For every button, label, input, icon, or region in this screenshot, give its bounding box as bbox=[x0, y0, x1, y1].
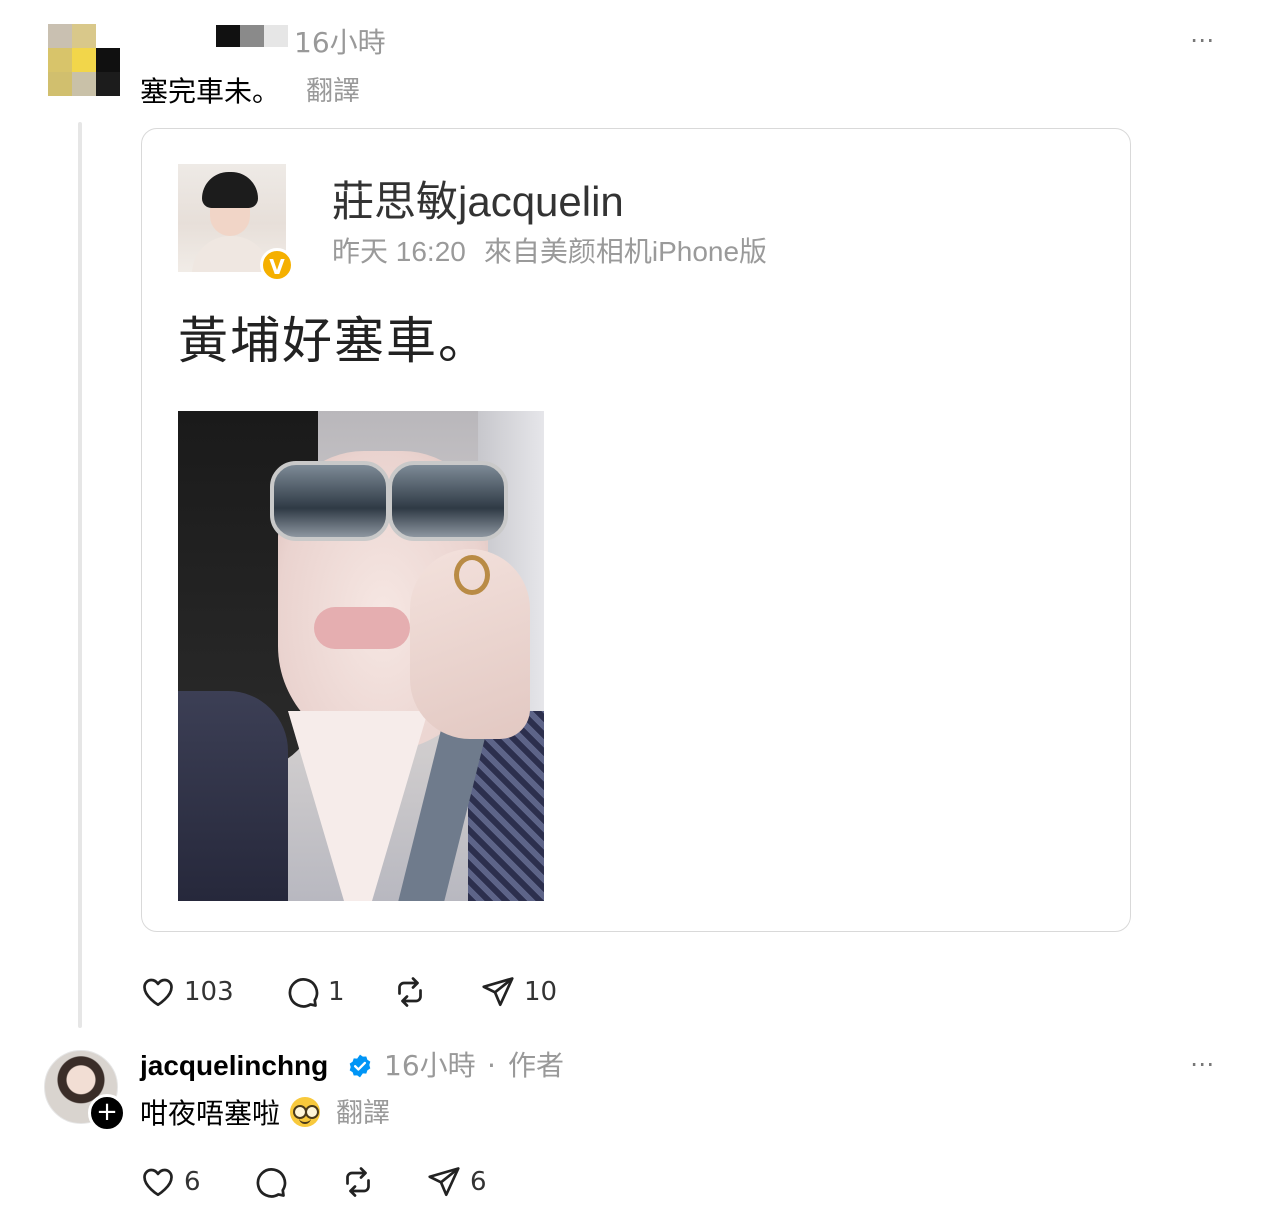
embedded-screenshot[interactable]: V 莊思敏jacquelin 昨天 16:20 來自美颜相机iPhone版 黃埔好… bbox=[141, 128, 1131, 932]
username-redacted[interactable] bbox=[216, 25, 288, 47]
repost-button[interactable] bbox=[392, 974, 428, 1010]
like-count: 6 bbox=[184, 1167, 201, 1197]
more-options-icon[interactable]: ⋯ bbox=[1190, 1052, 1215, 1076]
like-count: 103 bbox=[184, 977, 234, 1007]
avatar[interactable] bbox=[48, 24, 120, 96]
comment-icon bbox=[256, 1168, 287, 1198]
reply-text: 咁夜唔塞啦 bbox=[140, 1097, 281, 1130]
weibo-name: 莊思敏jacquelin bbox=[332, 178, 624, 225]
reply-count: 1 bbox=[328, 977, 345, 1007]
comment-icon bbox=[288, 978, 319, 1008]
selfie-photo bbox=[178, 411, 544, 901]
weibo-time: 昨天 16:20 bbox=[332, 236, 466, 267]
translate-link[interactable]: 翻譯 bbox=[336, 1092, 390, 1136]
send-icon bbox=[428, 1167, 460, 1197]
post-text: 塞完車未。 bbox=[140, 75, 281, 108]
like-button[interactable]: 103 bbox=[140, 974, 234, 1010]
verified-badge-icon bbox=[349, 1054, 371, 1078]
heart-icon bbox=[143, 978, 173, 1007]
reply-button[interactable] bbox=[252, 1164, 288, 1200]
weibo-source: 來自美颜相机iPhone版 bbox=[483, 236, 768, 267]
repost-button[interactable] bbox=[340, 1164, 376, 1200]
follow-plus-icon[interactable]: + bbox=[88, 1094, 126, 1132]
repost-icon bbox=[346, 1167, 370, 1197]
reply-button[interactable]: 1 bbox=[284, 974, 345, 1010]
separator-dot: · bbox=[487, 1049, 496, 1082]
author-label: 作者 bbox=[508, 1049, 565, 1082]
post-time: 16小時 bbox=[294, 26, 386, 59]
weibo-verified-badge-icon: V bbox=[260, 248, 294, 282]
weibo-meta: 昨天 16:20 來自美颜相机iPhone版 bbox=[332, 233, 767, 271]
translate-link[interactable]: 翻譯 bbox=[306, 70, 360, 114]
like-button[interactable]: 6 bbox=[140, 1164, 201, 1200]
share-count: 6 bbox=[470, 1167, 487, 1197]
nerd-face-emoji-icon bbox=[290, 1097, 320, 1127]
send-icon bbox=[482, 977, 514, 1007]
repost-icon bbox=[398, 977, 422, 1007]
weibo-text: 黃埔好塞車。 bbox=[178, 312, 490, 370]
thread-line bbox=[78, 122, 82, 1028]
share-button[interactable]: 10 bbox=[480, 974, 557, 1010]
more-options-icon[interactable]: ⋯ bbox=[1190, 28, 1215, 52]
share-count: 10 bbox=[524, 977, 558, 1007]
reply-time: 16小時 bbox=[384, 1049, 476, 1082]
share-button[interactable]: 6 bbox=[426, 1164, 487, 1200]
heart-icon bbox=[143, 1168, 173, 1197]
reply-username[interactable]: jacquelinchng bbox=[140, 1046, 328, 1086]
